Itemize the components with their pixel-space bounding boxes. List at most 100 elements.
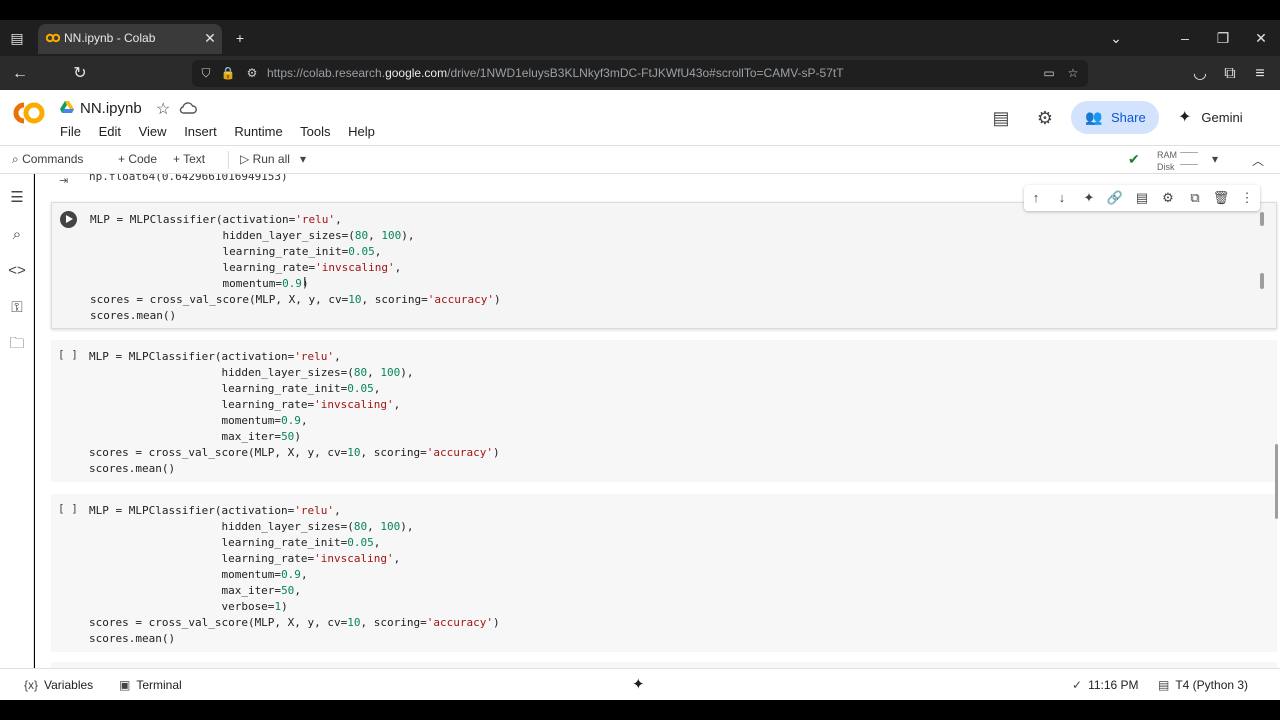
find-replace-icon[interactable]: ⌕ — [7, 225, 27, 245]
code-line: hidden_layer_sizes=(80, 100), — [89, 366, 414, 379]
execution-status[interactable]: ✓ 11:16 PM — [1072, 678, 1139, 692]
menu-tools[interactable]: Tools — [300, 124, 330, 139]
code-line: scores.mean() — [90, 309, 177, 322]
code-cell[interactable]: [ ] MLP = MLPClassifier(activation='relu… — [51, 494, 1277, 652]
more-options-icon[interactable]: ⋮ — [1237, 188, 1257, 208]
code-line: learning_rate_init=0.05, — [90, 245, 382, 258]
lock-icon[interactable]: 🔒 — [220, 65, 236, 81]
menu-insert[interactable]: Insert — [184, 124, 217, 139]
code-line: learning_rate_init=0.05, — [89, 536, 381, 549]
app-menu-icon[interactable]: ≡ — [1249, 63, 1271, 85]
code-line: MLP = MLPClassifier(activation='relu', — [89, 504, 341, 517]
reload-icon[interactable]: ↻ — [69, 63, 91, 85]
google-drive-icon — [60, 101, 74, 113]
notebook-area: ⇥ np.float64(0.6429661016949153) MLP = M… — [35, 174, 1280, 668]
code-cell[interactable]: MLP = MLPClassifier(activation='relu', h… — [51, 202, 1277, 329]
variables-button[interactable]: {x} Variables — [24, 678, 93, 692]
notebook-toolbar: ⌕ Commands + Code + Text ▷ Run all ▾ ✔ R… — [0, 145, 1280, 174]
code-line: learning_rate_init=0.05, — [89, 382, 381, 395]
cell-toolbar: ↑ ↓ ✦ 🔗 ▤ ⚙ ⧉ 🗑 ⋮ — [1024, 185, 1260, 211]
comments-icon[interactable]: ▤ — [990, 107, 1012, 129]
reader-view-icon[interactable]: ▭ — [1041, 65, 1057, 81]
code-cell[interactable]: [ ] MLP = MLPClassifier(activation='relu… — [51, 340, 1277, 482]
terminal-button[interactable]: ▣ Terminal — [119, 678, 182, 692]
runtime-info[interactable]: ▤ T4 (Python 3) — [1158, 678, 1248, 692]
pocket-icon[interactable]: ◡ — [1189, 63, 1211, 85]
gemini-button[interactable]: ✦ Gemini — [1178, 107, 1243, 127]
gemini-sparkle-icon[interactable]: ✦ — [1079, 188, 1099, 208]
close-window-icon[interactable]: ✕ — [1251, 28, 1271, 48]
resource-labels[interactable]: RAM Disk — [1157, 149, 1177, 173]
code-line: momentum=0.9, — [89, 568, 308, 581]
colab-favicon-icon — [46, 33, 60, 43]
restore-icon[interactable]: ❐ — [1213, 28, 1233, 48]
cell-settings-icon[interactable]: ⚙ — [1158, 188, 1178, 208]
menu-edit[interactable]: Edit — [99, 124, 121, 139]
address-bar[interactable]: ⛉ 🔒 ⚙ https://colab.research.google.com/… — [192, 60, 1088, 87]
menu-file[interactable]: File — [60, 124, 81, 139]
move-up-icon[interactable]: ↑ — [1026, 188, 1046, 208]
code-line: verbose=1) — [89, 600, 288, 613]
run-all-button[interactable]: ▷ Run all — [240, 152, 290, 166]
menu-help[interactable]: Help — [348, 124, 375, 139]
permissions-icon[interactable]: ⚙ — [244, 65, 260, 81]
bookmark-star-icon[interactable]: ☆ — [1065, 65, 1081, 81]
share-button[interactable]: 👥 Share — [1071, 101, 1159, 134]
minimize-icon[interactable]: – — [1175, 28, 1195, 48]
new-tab-icon[interactable]: + — [230, 28, 250, 48]
files-folder-icon[interactable]: 🗀 — [7, 334, 27, 354]
tab-list-chevron-icon[interactable]: ⌄ — [1106, 28, 1126, 48]
cell-scrollbar-thumb[interactable] — [1260, 273, 1264, 289]
menu-runtime[interactable]: Runtime — [234, 124, 282, 139]
extensions-icon[interactable]: ⧉ — [1219, 63, 1241, 85]
cell-scrollbar[interactable] — [1260, 212, 1264, 226]
table-of-contents-icon[interactable]: ☰ — [7, 188, 27, 208]
run-cell-button[interactable] — [60, 211, 77, 228]
code-line: learning_rate='invscaling', — [90, 261, 402, 274]
code-editor[interactable]: MLP = MLPClassifier(activation='relu', h… — [89, 503, 500, 647]
browser-tab[interactable]: NN.ipynb - Colab ✕ — [38, 24, 222, 54]
notebook-title[interactable]: NN.ipynb — [80, 100, 142, 117]
notebook-scrollbar[interactable] — [1275, 444, 1278, 519]
secrets-key-icon[interactable]: ⚿ — [7, 298, 27, 318]
code-editor[interactable]: MLP = MLPClassifier(activation='relu', h… — [89, 349, 500, 477]
code-line: max_iter=50, — [89, 584, 301, 597]
text-cursor-icon: I — [303, 274, 307, 289]
menu-bar: File Edit View Insert Runtime Tools Help — [60, 124, 389, 139]
runtime-dropdown-icon[interactable]: ▾ — [1212, 152, 1218, 166]
back-icon[interactable]: ← — [9, 63, 31, 85]
add-text-button[interactable]: + Text — [173, 152, 205, 166]
code-line: scores = cross_val_score(MLP, X, y, cv=1… — [89, 446, 500, 459]
commands-button[interactable]: ⌕ Commands — [12, 152, 83, 167]
cloud-saved-icon[interactable] — [179, 101, 197, 115]
comment-icon[interactable]: ▤ — [1132, 188, 1152, 208]
execution-count[interactable]: [ ] — [58, 502, 78, 515]
collapse-chevron-icon[interactable]: ︿ — [1252, 152, 1264, 169]
people-icon: 👥 — [1085, 109, 1103, 125]
execution-count[interactable]: [ ] — [58, 348, 78, 361]
gemini-sparkle-icon[interactable]: ✦ — [632, 675, 645, 693]
left-sidebar: ☰ ⌕ <> ⚿ 🗀 — [0, 174, 34, 668]
shield-icon[interactable]: ⛉ — [198, 65, 214, 81]
url-text[interactable]: https://colab.research.google.com/drive/… — [267, 66, 844, 80]
run-all-dropdown-icon[interactable]: ▾ — [300, 152, 306, 166]
colab-logo-icon[interactable] — [11, 100, 47, 126]
code-snippets-icon[interactable]: <> — [7, 261, 27, 281]
settings-gear-icon[interactable]: ⚙ — [1034, 107, 1056, 129]
code-editor[interactable]: MLP = MLPClassifier(activation='relu', h… — [90, 212, 501, 324]
mirror-cell-icon[interactable]: ⧉ — [1185, 188, 1205, 208]
tab-title: NN.ipynb - Colab — [64, 31, 156, 45]
output-toggle-icon[interactable]: ⇥ — [59, 174, 68, 187]
link-icon[interactable]: 🔗 — [1105, 188, 1125, 208]
delete-icon[interactable]: 🗑 — [1211, 188, 1231, 208]
close-tab-icon[interactable]: ✕ — [202, 30, 218, 46]
add-code-button[interactable]: + Code — [118, 152, 157, 166]
move-down-icon[interactable]: ↓ — [1052, 188, 1072, 208]
previous-cell-output: np.float64(0.6429661016949153) — [89, 174, 288, 183]
code-line: MLP = MLPClassifier(activation='relu', — [89, 350, 341, 363]
code-line: learning_rate='invscaling', — [89, 552, 401, 565]
star-icon[interactable]: ☆ — [156, 99, 170, 119]
menu-view[interactable]: View — [139, 124, 167, 139]
status-bar: {x} Variables ▣ Terminal ✦ ✓ 11:16 PM ▤ T4 (… — [0, 668, 1280, 700]
tab-overview-icon[interactable]: ▤ — [7, 28, 27, 48]
